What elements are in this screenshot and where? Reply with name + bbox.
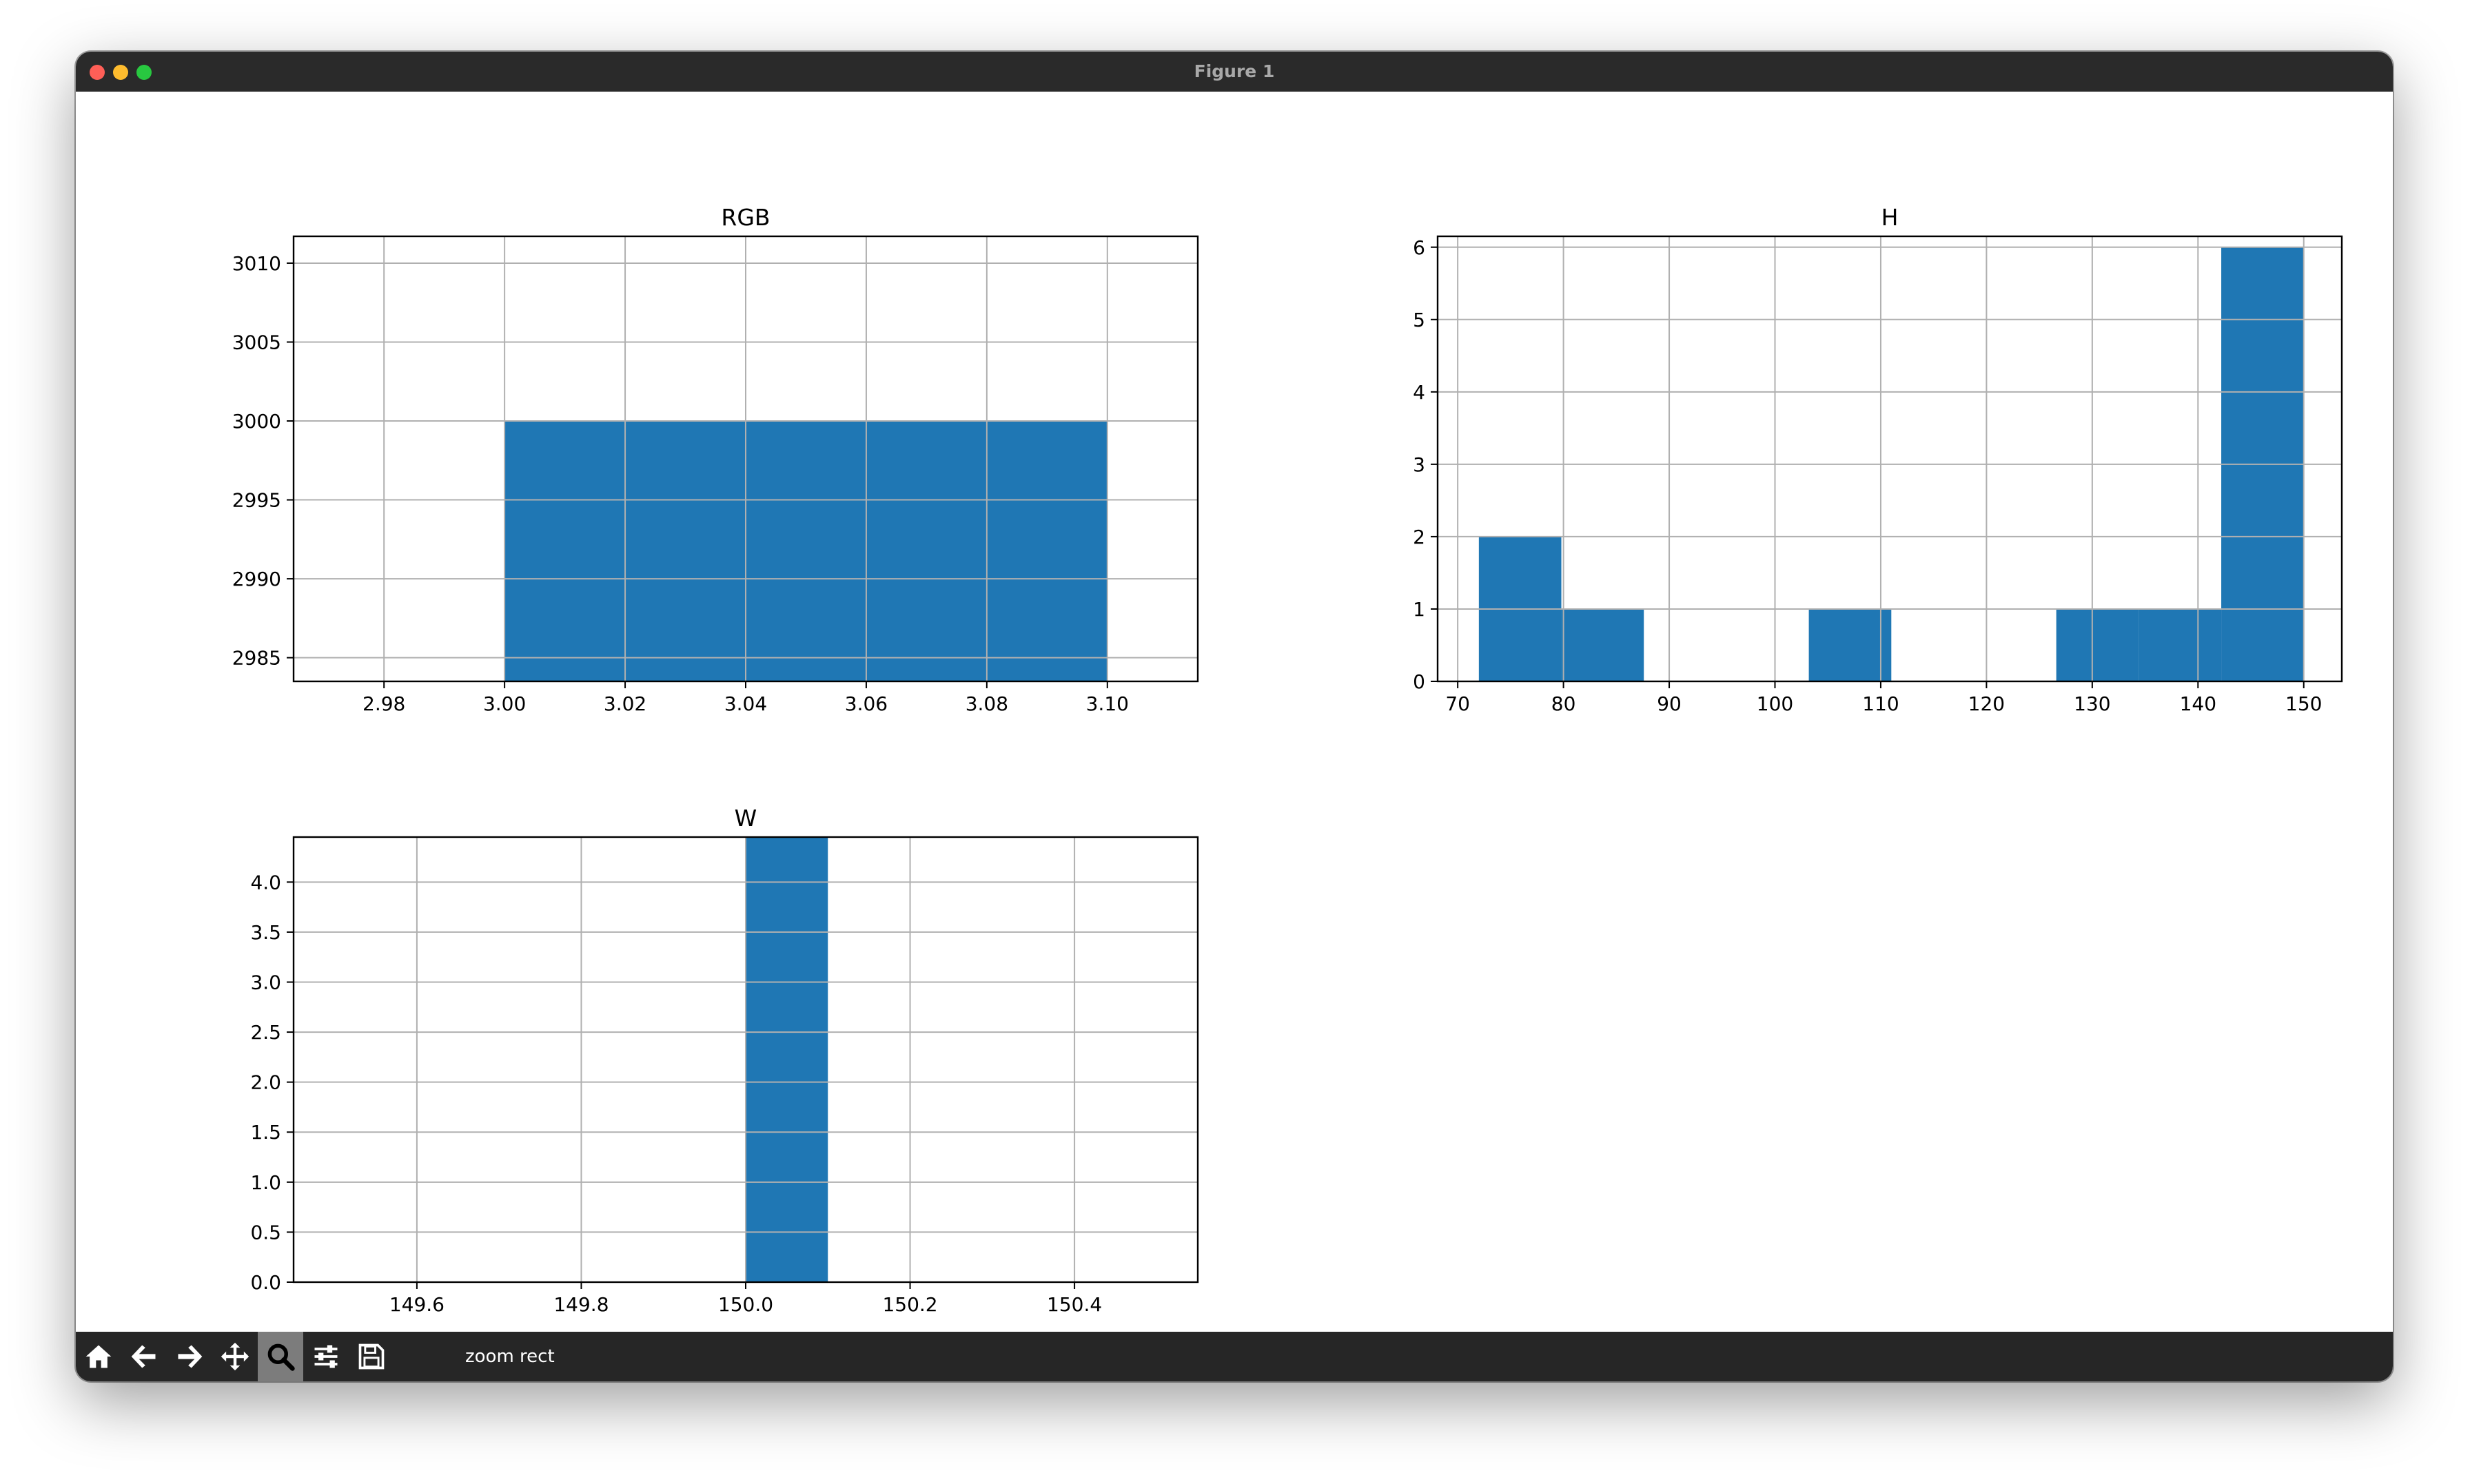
save-button[interactable] [349, 1332, 394, 1381]
y-tick-label: 1.0 [250, 1171, 281, 1194]
y-tick-label: 4 [1413, 381, 1425, 404]
y-tick-label: 2.5 [250, 1021, 281, 1044]
y-tick-label: 5 [1413, 309, 1425, 331]
y-tick-label: 6 [1413, 236, 1425, 259]
x-tick-label: 150.2 [882, 1293, 937, 1316]
y-tick-label: 3.5 [250, 921, 281, 944]
floppy-disk-icon [358, 1343, 385, 1370]
y-tick-label: 3 [1413, 453, 1425, 476]
subplot-title: RGB [721, 204, 770, 231]
x-tick-label: 3.04 [724, 692, 767, 715]
x-tick-label: 120 [1968, 692, 2005, 715]
y-tick-label: 0.0 [250, 1271, 281, 1294]
x-tick-label: 150.4 [1047, 1293, 1102, 1316]
y-tick-label: 3000 [232, 410, 281, 433]
subplot-title: H [1881, 204, 1899, 231]
x-tick-label: 149.6 [389, 1293, 445, 1316]
x-tick-label: 80 [1551, 692, 1576, 715]
status-message: zoom rect [465, 1346, 555, 1367]
x-tick-label: 150 [2285, 692, 2322, 715]
histogram-bar [986, 421, 1108, 681]
sliders-icon [314, 1345, 338, 1368]
subplot-title: W [735, 805, 757, 832]
magnifier-icon [267, 1343, 295, 1371]
histogram-bar [504, 421, 626, 681]
y-tick-label: 4.0 [250, 871, 281, 894]
forward-button[interactable] [167, 1332, 212, 1381]
x-tick-label: 70 [1445, 692, 1470, 715]
x-tick-label: 149.8 [553, 1293, 609, 1316]
arrow-left-icon [131, 1345, 156, 1368]
histogram-bar [746, 421, 866, 681]
y-tick-label: 2990 [232, 568, 281, 590]
x-tick-label: 90 [1657, 692, 1682, 715]
x-tick-label: 110 [1862, 692, 1899, 715]
y-tick-label: 1 [1413, 598, 1425, 621]
histogram-bar [625, 421, 746, 681]
y-tick-label: 2 [1413, 526, 1425, 548]
home-button[interactable] [76, 1332, 121, 1381]
x-tick-label: 130 [2074, 692, 2110, 715]
configure-subplots-button[interactable] [303, 1332, 349, 1381]
figure-canvas[interactable]: 2.98 3.00 3.02 3.04 3.06 3.08 3.10 2985 2990 2995… [76, 92, 2393, 1332]
x-tick-label: 3.00 [483, 692, 526, 715]
figure-window: Figure 1 2.98 3.00 3.02 3.04 3.06 3.08 3.10 298… [76, 52, 2393, 1381]
y-tick-label: 0 [1413, 670, 1425, 693]
x-tick-label: 3.08 [966, 692, 1008, 715]
y-tick-label: 0.5 [250, 1221, 281, 1244]
histogram-bar [1808, 608, 1892, 681]
arrow-right-icon [178, 1345, 203, 1368]
plots-svg: 2.98 3.00 3.02 3.04 3.06 3.08 3.10298529902995… [232, 204, 2343, 1316]
window-title: Figure 1 [1194, 61, 1275, 81]
zoom-button[interactable] [258, 1332, 303, 1381]
x-tick-label: 3.10 [1086, 692, 1129, 715]
histogram-bar [866, 421, 987, 681]
y-tick-label: 2985 [232, 647, 281, 670]
back-button[interactable] [121, 1332, 167, 1381]
pan-button[interactable] [212, 1332, 258, 1381]
histogram-bar [2139, 608, 2222, 681]
y-tick-label: 3.0 [250, 971, 281, 993]
move-icon [221, 1342, 249, 1371]
histogram-bar [1561, 608, 1644, 681]
y-tick-label: 2995 [232, 489, 281, 512]
x-tick-label: 2.98 [363, 692, 405, 715]
x-tick-label: 3.02 [604, 692, 646, 715]
navigation-toolbar: zoom rect [76, 1332, 2393, 1381]
x-tick-label: 150.0 [718, 1293, 773, 1316]
x-tick-label: 140 [2180, 692, 2216, 715]
y-tick-label: 3005 [232, 331, 281, 353]
title-bar: Figure 1 [76, 52, 2393, 92]
y-tick-label: 2.0 [250, 1071, 281, 1094]
y-tick-label: 1.5 [250, 1121, 281, 1144]
y-tick-label: 3010 [232, 252, 281, 275]
home-icon [85, 1345, 112, 1368]
x-tick-label: 100 [1757, 692, 1793, 715]
x-tick-label: 3.06 [845, 692, 888, 715]
histogram-bar [746, 837, 828, 1282]
histogram-bar [2056, 608, 2139, 681]
